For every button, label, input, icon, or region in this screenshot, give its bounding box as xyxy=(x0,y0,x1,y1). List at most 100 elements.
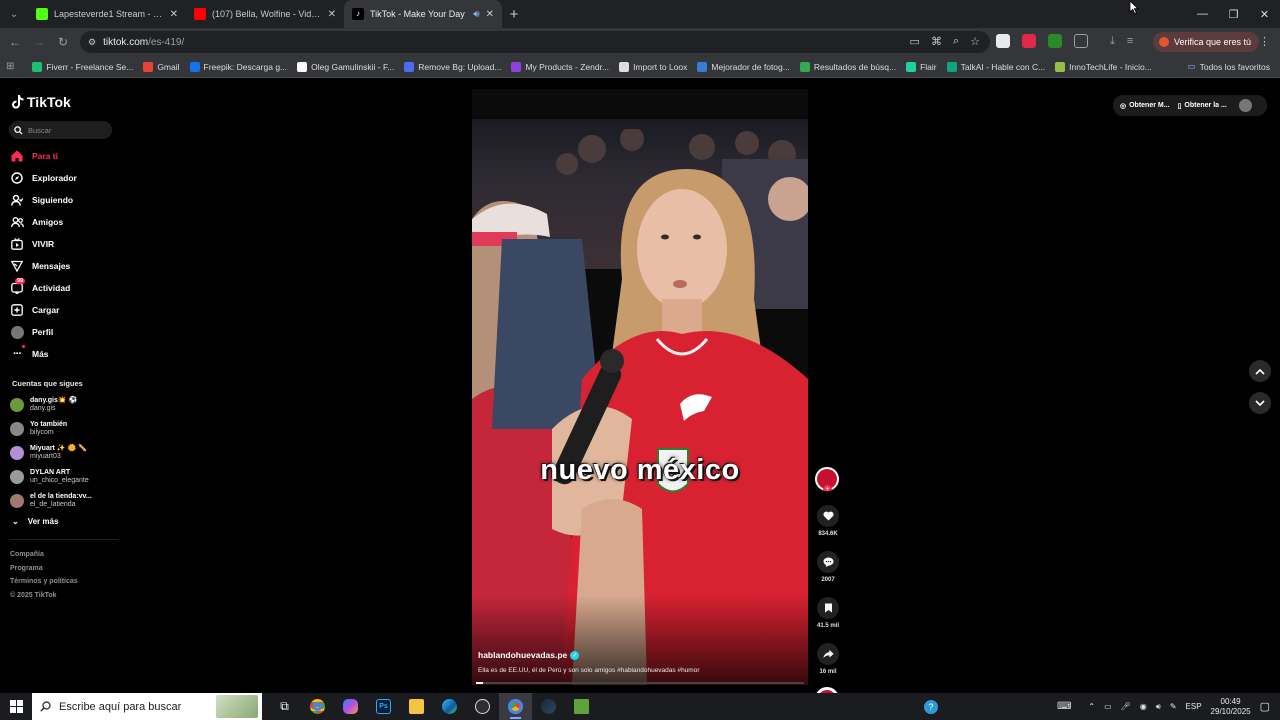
taskbar-steam[interactable] xyxy=(532,693,565,720)
following-account[interactable]: DYLAN ART un_chico_elegante xyxy=(10,465,110,489)
bookmark-item[interactable]: My Products - Zendr... xyxy=(507,61,613,72)
get-coins-button[interactable]: ◎ Obtener M... xyxy=(1120,102,1170,110)
reload-button[interactable]: ↻ xyxy=(51,28,75,56)
taskbar-minecraft[interactable] xyxy=(565,693,598,720)
nav-amigos[interactable]: Amigos xyxy=(10,211,77,233)
nav-mas[interactable]: ··· Más xyxy=(10,343,77,365)
save-button[interactable]: 41.5 mil xyxy=(815,597,841,629)
see-more-button[interactable]: ⌄ Ver más xyxy=(12,517,58,526)
taskbar-photoshop[interactable]: Ps xyxy=(367,693,400,720)
tab-search-icon[interactable]: ≡ xyxy=(1127,35,1133,47)
close-tab-icon[interactable]: ✕ xyxy=(328,9,336,20)
following-account[interactable]: Yo también bilycom xyxy=(10,417,110,441)
tab-kick[interactable]: Lapesteverde1 Stream - Watch ✕ xyxy=(28,0,186,28)
taskbar-copilot[interactable] xyxy=(334,693,367,720)
tiktok-logo[interactable]: TikTok xyxy=(12,94,71,110)
taskbar-obs[interactable] xyxy=(466,693,499,720)
start-button[interactable] xyxy=(0,693,32,720)
bookmark-item[interactable]: TalkAI - Hable con C... xyxy=(943,61,1050,72)
pen-icon[interactable]: ✎ xyxy=(1170,702,1177,711)
bookmark-item[interactable]: InnoTechLife - Inicio... xyxy=(1051,61,1156,72)
tab-search-chevron-icon[interactable]: ⌄ xyxy=(0,0,28,28)
next-video-button[interactable] xyxy=(1249,392,1271,414)
bookmark-star-icon[interactable]: ☆ xyxy=(970,35,980,48)
all-bookmarks-button[interactable]: ▭ Todos los favoritos xyxy=(1188,61,1270,72)
extensions-puzzle-icon[interactable] xyxy=(1074,34,1088,48)
bookmark-item[interactable]: Remove Bg: Upload... xyxy=(400,61,505,72)
nav-vivir[interactable]: VIVIR xyxy=(10,233,77,255)
bookmark-item[interactable]: Gmail xyxy=(139,61,183,72)
tab-tiktok[interactable]: ♪ TikTok - Make Your Day 🔊︎ ✕ xyxy=(344,0,502,28)
keyboard-icon[interactable]: ⌨ xyxy=(1057,701,1071,712)
video-player[interactable]: nuevo méxico hablandohuevadas.pe ✓ Ella … xyxy=(472,89,808,685)
bookmark-item[interactable]: Mejorador de fotog... xyxy=(693,61,793,72)
taskbar-edge[interactable] xyxy=(433,693,466,720)
notifications-icon[interactable]: ▢ xyxy=(1260,700,1270,713)
download-extension-icon[interactable] xyxy=(1048,34,1062,48)
back-button[interactable]: ← xyxy=(3,28,27,56)
apps-grid-icon[interactable]: ⊞ xyxy=(6,61,14,72)
new-tab-button[interactable]: + xyxy=(502,6,526,23)
zoom-icon[interactable]: ⌕ xyxy=(953,35,959,48)
show-hidden-icons-icon[interactable]: ⌃ xyxy=(1088,702,1095,711)
downloads-icon[interactable]: ⤓ xyxy=(1110,35,1115,48)
following-account[interactable]: el de la tienda:vv... el_de_latienda xyxy=(10,489,110,513)
bookmark-item[interactable]: Oleg Gamulinskii - F... xyxy=(293,61,398,72)
video-progress-bar[interactable] xyxy=(476,682,804,684)
task-view-button[interactable]: ⧉ xyxy=(268,693,301,720)
like-button[interactable]: 834.6K xyxy=(815,505,841,537)
footer-link-company[interactable]: Compañía xyxy=(10,548,78,562)
network-icon[interactable]: ▭ xyxy=(1104,702,1112,711)
nav-explorador[interactable]: Explorador xyxy=(10,167,77,189)
clock[interactable]: 00:49 29/10/2025 xyxy=(1211,697,1251,717)
maximize-button[interactable]: ❐ xyxy=(1218,0,1249,28)
close-tab-icon[interactable]: ✕ xyxy=(170,9,178,20)
following-account[interactable]: dany.gis💥 ⚽ dany.gis xyxy=(10,393,110,417)
nav-perfil[interactable]: Perfil xyxy=(10,321,77,343)
author-handle[interactable]: hablandohuevadas.pe xyxy=(478,650,567,660)
bookmark-item[interactable]: Freepik: Descarga g... xyxy=(186,61,292,72)
translate-icon[interactable]: ⌘ xyxy=(931,35,942,48)
site-info-icon[interactable]: ⚙ xyxy=(88,37,96,48)
address-bar[interactable]: ⚙ tiktok.com/es-419/ ▭ ⌘ ⌕ ☆ xyxy=(80,31,990,53)
language-indicator[interactable]: ESP xyxy=(1186,702,1202,711)
video-author[interactable]: hablandohuevadas.pe ✓ xyxy=(478,650,580,660)
taskbar-search[interactable]: Escribe aquí para buscar xyxy=(32,693,262,720)
audio-playing-icon[interactable]: 🔊︎ xyxy=(473,9,479,20)
minimize-button[interactable]: — xyxy=(1187,0,1218,28)
bookmark-item[interactable]: Resultados de búsq... xyxy=(796,61,900,72)
close-window-button[interactable]: ✕ xyxy=(1249,0,1280,28)
verify-profile-button[interactable]: Verifica que eres tú xyxy=(1153,32,1260,52)
get-app-button[interactable]: ▯ Obtener la ... xyxy=(1178,102,1227,110)
comment-button[interactable]: 2007 xyxy=(815,551,841,583)
previous-video-button[interactable] xyxy=(1249,360,1271,382)
forward-button[interactable]: → xyxy=(27,28,51,56)
nav-mensajes[interactable]: Mensajes xyxy=(10,255,77,277)
tab-youtube[interactable]: (107) Bella, Wolfine - Video Ofi ✕ xyxy=(186,0,344,28)
nav-siguiendo[interactable]: Siguiendo xyxy=(10,189,77,211)
nav-cargar[interactable]: Cargar xyxy=(10,299,77,321)
taskbar-chrome-active[interactable] xyxy=(499,693,532,720)
search-input[interactable]: Buscar xyxy=(9,121,112,139)
help-icon[interactable]: ? xyxy=(923,699,938,714)
bookmark-item[interactable]: Fiverr - Freelance Se... xyxy=(28,61,137,72)
creator-avatar[interactable]: + xyxy=(815,467,839,491)
taskbar-chrome[interactable] xyxy=(301,693,334,720)
microphone-icon[interactable]: 🎤︎ xyxy=(1121,702,1131,711)
extension-icon-1[interactable] xyxy=(996,34,1010,48)
taskbar-file-explorer[interactable] xyxy=(400,693,433,720)
share-button[interactable]: 16 mil xyxy=(815,643,841,675)
bookmark-item[interactable]: Import to Loox xyxy=(615,61,691,72)
follow-plus-icon[interactable]: + xyxy=(823,485,832,491)
footer-link-terms[interactable]: Términos y políticas xyxy=(10,575,78,589)
extension-icon-2[interactable] xyxy=(1022,34,1036,48)
bookmark-item[interactable]: Flair xyxy=(902,61,941,72)
following-account[interactable]: Miyuart ✨ 🌼 ✏️ miyuart03 xyxy=(10,441,110,465)
webcam-icon[interactable]: ◉ xyxy=(1140,702,1147,711)
footer-link-program[interactable]: Programa xyxy=(10,562,78,576)
nav-para-ti[interactable]: Para ti xyxy=(10,145,77,167)
nav-actividad[interactable]: 99 Actividad xyxy=(10,277,77,299)
close-tab-icon[interactable]: ✕ xyxy=(486,9,494,20)
cast-icon[interactable]: ▭ xyxy=(910,35,920,48)
volume-icon[interactable]: 🔊︎ xyxy=(1156,702,1161,712)
